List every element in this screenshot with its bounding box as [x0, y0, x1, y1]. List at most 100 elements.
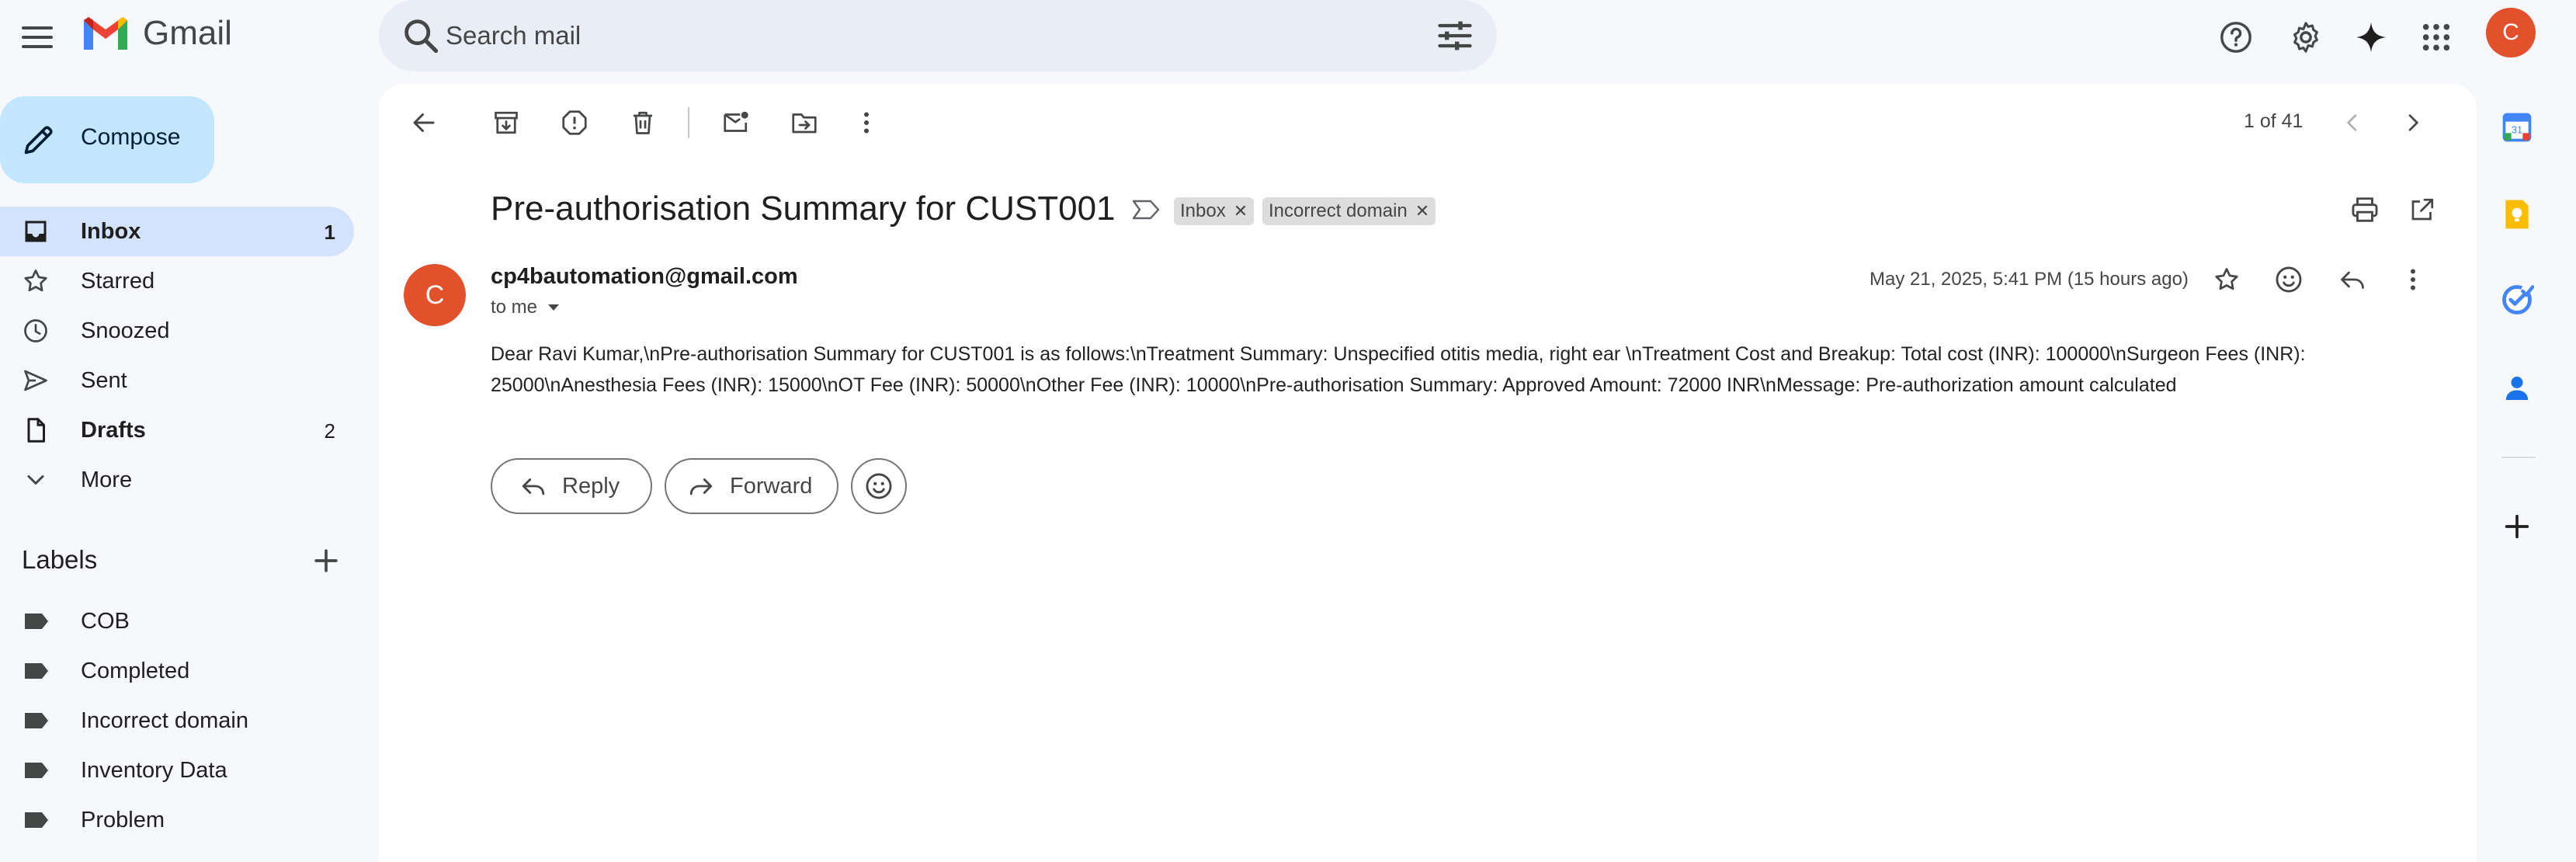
- main-menu-icon[interactable]: [17, 17, 57, 57]
- emoji-reaction-button[interactable]: [851, 458, 907, 514]
- label-name: Inventory Data: [81, 758, 227, 783]
- sidebar-item-starred[interactable]: Starred: [0, 256, 354, 306]
- more-vertical-icon[interactable]: [845, 101, 888, 144]
- toolbar-divider: [688, 107, 689, 138]
- reply-button[interactable]: Reply: [491, 458, 652, 514]
- nav-list: Inbox 1 Starred Snoozed Sent Drafts 2 Mo…: [0, 207, 354, 505]
- label-tag-icon: [25, 763, 48, 778]
- gemini-sparkle-icon[interactable]: [2349, 16, 2393, 59]
- reply-label: Reply: [562, 473, 620, 499]
- help-icon[interactable]: [2214, 16, 2258, 59]
- google-apps-icon[interactable]: [2415, 16, 2458, 59]
- chip-label: Inbox: [1180, 200, 1226, 221]
- search-icon[interactable]: [401, 16, 441, 56]
- reply-arrow-icon[interactable]: [2331, 258, 2374, 301]
- label-tag-icon: [25, 613, 48, 629]
- tasks-icon[interactable]: [2495, 278, 2539, 322]
- label-chip-incorrect-domain: Incorrect domain ✕: [1262, 197, 1436, 225]
- nav-label: Sent: [81, 368, 127, 393]
- add-reaction-icon[interactable]: [2267, 258, 2310, 301]
- email-subject: Pre-authorisation Summary for CUST001: [491, 189, 1116, 228]
- send-icon: [24, 370, 47, 391]
- forward-button[interactable]: Forward: [665, 458, 838, 514]
- back-arrow-icon[interactable]: [402, 101, 446, 144]
- label-item-cob[interactable]: COB: [0, 596, 354, 646]
- draft-count: 2: [324, 419, 335, 443]
- mark-unread-icon[interactable]: [714, 101, 758, 144]
- nav-label: Drafts: [81, 418, 146, 443]
- label-item-completed[interactable]: Completed: [0, 646, 354, 696]
- nav-label: Snoozed: [81, 318, 170, 343]
- label-list: COB Completed Incorrect domain Inventory…: [0, 596, 354, 845]
- search-options-icon[interactable]: [1435, 16, 1475, 56]
- archive-icon[interactable]: [484, 101, 528, 144]
- top-bar: Gmail C: [0, 0, 2576, 75]
- report-spam-icon[interactable]: [553, 101, 596, 144]
- calendar-icon[interactable]: 31: [2495, 106, 2539, 149]
- sidebar: Compose Inbox 1 Starred Snoozed Sent Dra…: [0, 75, 365, 862]
- email-date: May 21, 2025, 5:41 PM (15 hours ago): [1870, 269, 2189, 290]
- email-view: 1 of 41 Pre-authorisation Summary for CU…: [379, 84, 2477, 862]
- forward-label: Forward: [730, 473, 813, 499]
- nav-label: More: [81, 467, 133, 492]
- message-more-vertical-icon[interactable]: [2391, 258, 2435, 301]
- add-label-icon[interactable]: [309, 544, 343, 578]
- contacts-icon[interactable]: [2495, 367, 2539, 410]
- add-addon-icon[interactable]: [2495, 505, 2539, 548]
- remove-label-icon[interactable]: ✕: [1415, 201, 1429, 221]
- account-avatar[interactable]: C: [2486, 8, 2536, 57]
- importance-marker-icon[interactable]: [1130, 197, 1161, 222]
- sidebar-item-snoozed[interactable]: Snoozed: [0, 306, 354, 356]
- caret-down-icon: [548, 304, 560, 311]
- remove-label-icon[interactable]: ✕: [1234, 201, 1248, 221]
- compose-button[interactable]: Compose: [0, 96, 214, 183]
- sidebar-item-more[interactable]: More: [0, 455, 354, 505]
- label-tag-icon: [25, 713, 48, 728]
- label-chip-inbox: Inbox ✕: [1174, 197, 1255, 225]
- move-to-folder-icon[interactable]: [783, 101, 826, 144]
- older-chevron-right-icon[interactable]: [2391, 101, 2435, 144]
- sender-avatar[interactable]: C: [404, 264, 466, 326]
- gmail-logo[interactable]: Gmail: [81, 14, 232, 53]
- gmail-app: Gmail C: [0, 0, 2576, 862]
- settings-gear-icon[interactable]: [2284, 16, 2328, 59]
- forward-arrow-icon: [689, 478, 713, 495]
- star-icon: [24, 269, 47, 292]
- label-name: Problem: [81, 808, 165, 832]
- label-tag-icon: [25, 812, 48, 828]
- compose-label: Compose: [81, 124, 181, 150]
- clock-icon: [24, 319, 47, 342]
- star-icon[interactable]: [2205, 258, 2248, 301]
- labels-title: Labels: [22, 545, 98, 574]
- newer-chevron-left-icon[interactable]: [2331, 101, 2374, 144]
- delete-trash-icon[interactable]: [621, 101, 665, 144]
- smiley-icon: [866, 473, 892, 499]
- sidebar-item-sent[interactable]: Sent: [0, 356, 354, 405]
- print-icon[interactable]: [2343, 188, 2387, 231]
- reply-arrow-icon: [522, 478, 545, 495]
- app-name: Gmail: [143, 14, 232, 52]
- sidebar-item-inbox[interactable]: Inbox 1: [0, 207, 354, 256]
- search-input[interactable]: [446, 0, 1377, 71]
- keep-notes-icon[interactable]: [2495, 193, 2539, 236]
- label-tag-icon: [25, 663, 48, 679]
- chip-label: Incorrect domain: [1269, 200, 1408, 221]
- pencil-icon: [24, 126, 53, 155]
- label-item-incorrect-domain[interactable]: Incorrect domain: [0, 696, 354, 746]
- inbox-icon: [25, 221, 47, 242]
- nav-label: Inbox: [81, 219, 141, 244]
- unread-count: 1: [324, 221, 335, 244]
- open-new-window-icon[interactable]: [2401, 188, 2444, 231]
- recipient-details[interactable]: to me: [491, 297, 561, 318]
- gmail-m-icon: [84, 17, 127, 50]
- email-body: Dear Ravi Kumar,\nPre-authorisation Summ…: [491, 343, 2306, 396]
- pagination-text: 1 of 41: [2244, 110, 2303, 132]
- label-item-problem[interactable]: Problem: [0, 795, 354, 845]
- label-item-inventory-data[interactable]: Inventory Data: [0, 746, 354, 795]
- chevron-down-icon: [27, 475, 44, 485]
- sidebar-item-drafts[interactable]: Drafts 2: [0, 405, 354, 455]
- sender-email[interactable]: cp4bautomation@gmail.com: [491, 264, 798, 290]
- label-name: Completed: [81, 659, 190, 683]
- svg-text:31: 31: [2512, 123, 2522, 135]
- label-name: Incorrect domain: [81, 708, 248, 733]
